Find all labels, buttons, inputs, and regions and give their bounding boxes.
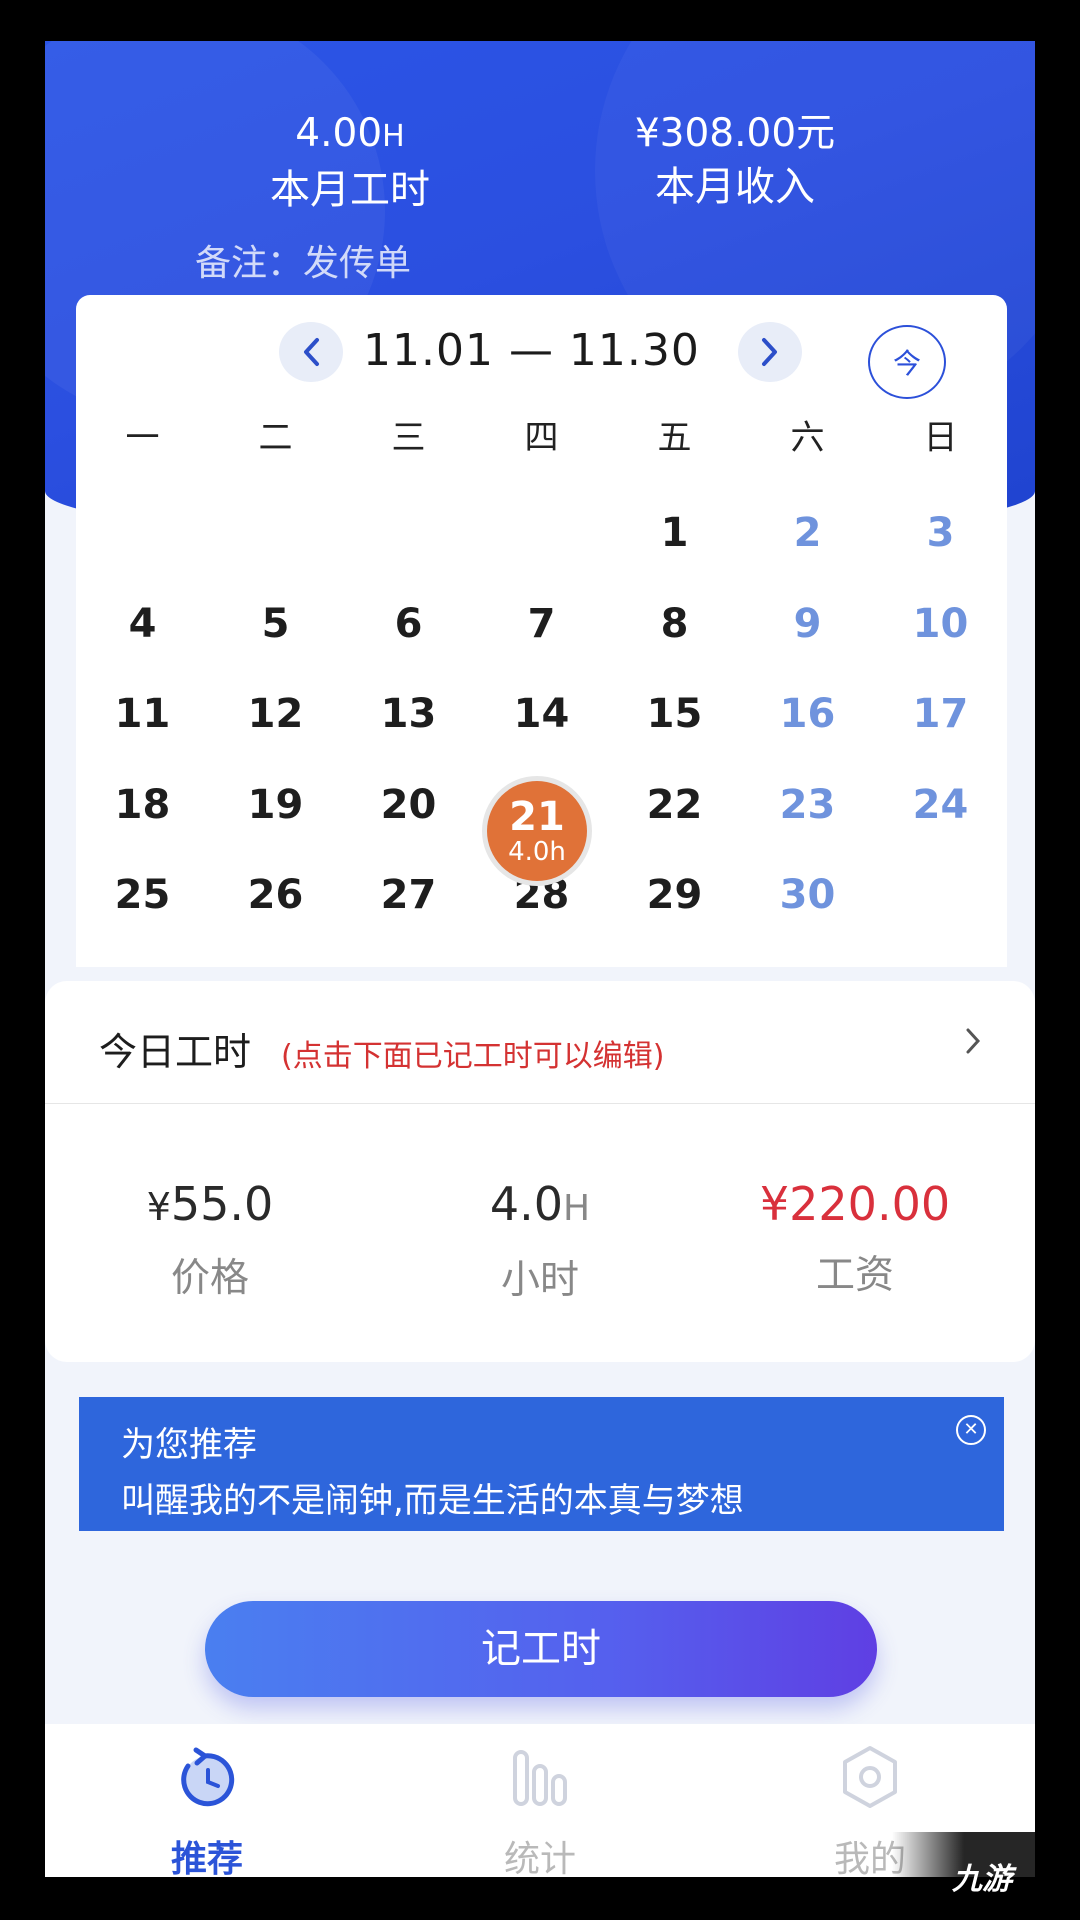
- weekday-tue: 二: [258, 418, 293, 458]
- calendar-day-14[interactable]: 14: [475, 691, 608, 737]
- hours-stat: 4.0H 小时: [375, 1174, 705, 1305]
- calendar-day-1[interactable]: 1: [608, 510, 741, 556]
- calendar-day-22[interactable]: 22: [608, 782, 741, 828]
- recommend-text: 叫醒我的不是闹钟,而是生活的本真与梦想: [121, 1481, 744, 1521]
- chevron-right-icon: [762, 338, 777, 366]
- recommend-clock-icon: [181, 1747, 235, 1807]
- calendar-day-18[interactable]: 18: [76, 782, 209, 828]
- calendar-day-29[interactable]: 29: [608, 872, 741, 918]
- calendar-day-17[interactable]: 17: [874, 691, 1007, 737]
- chevron-right-icon: [966, 1028, 981, 1054]
- selected-day-number: 21: [509, 794, 565, 840]
- month-hours-unit: H: [382, 119, 405, 154]
- watermark-logo: 九游: [892, 1832, 1072, 1912]
- tab-statistics[interactable]: 统计: [440, 1744, 640, 1877]
- date-range-label: 11.01 — 11.30: [363, 325, 700, 376]
- month-income-value: ¥308.00元: [634, 111, 836, 156]
- calendar-day-12[interactable]: 12: [209, 691, 342, 737]
- hours-unit: H: [563, 1188, 591, 1229]
- recommend-banner[interactable]: 为您推荐 叫醒我的不是闹钟,而是生活的本真与梦想 ✕: [79, 1397, 1004, 1531]
- close-circle-icon[interactable]: ✕: [956, 1415, 986, 1445]
- calendar-day-4[interactable]: 4: [76, 601, 209, 647]
- month-income-stat: ¥308.00元 本月收入: [585, 109, 885, 213]
- weekday-sat: 六: [790, 418, 825, 458]
- today-hours-title: 今日工时: [99, 1030, 252, 1074]
- weekday-wed: 三: [391, 418, 426, 458]
- hours-label: 小时: [500, 1258, 579, 1303]
- calendar-day-13[interactable]: 13: [342, 691, 475, 737]
- calendar-day-3[interactable]: 3: [874, 510, 1007, 556]
- today-button[interactable]: 今: [868, 325, 946, 399]
- weekday-sun: 日: [923, 418, 958, 458]
- calendar-day-27[interactable]: 27: [342, 872, 475, 918]
- profile-hexagon-icon: [843, 1746, 897, 1808]
- next-month-button[interactable]: [738, 322, 802, 382]
- calendar-day-8[interactable]: 8: [608, 601, 741, 647]
- hours-value: 4.0: [489, 1177, 564, 1231]
- calendar-day-2[interactable]: 2: [741, 510, 874, 556]
- tab-statistics-label: 统计: [503, 1839, 576, 1877]
- weekday-fri: 五: [657, 418, 692, 458]
- calendar-day-5[interactable]: 5: [209, 601, 342, 647]
- price-value: 55.0: [170, 1177, 274, 1231]
- weekday-mon: 一: [125, 418, 160, 458]
- watermark-text: 九游: [952, 1862, 1012, 1897]
- today-hours-row[interactable]: 今日工时 (点击下面已记工时可以编辑): [45, 981, 1035, 1104]
- today-values-panel[interactable]: ¥55.0 价格 4.0H 小时 ¥220.00 工资: [45, 1104, 1035, 1362]
- month-hours-value: 4.00: [295, 111, 383, 156]
- bar-chart-icon: [513, 1750, 567, 1806]
- app-screen: 4.00H 本月工时 ¥308.00元 本月收入 备注：发传单 11.01 — …: [45, 41, 1035, 1877]
- month-income-label: 本月收入: [655, 164, 815, 210]
- calendar-day-7[interactable]: 7: [475, 601, 608, 647]
- note-text: 备注：发传单: [195, 243, 412, 284]
- calendar-card: 11.01 — 11.30 今 一 二 三 四 五 六 日 1234567891…: [76, 295, 1007, 967]
- calendar-day-16[interactable]: 16: [741, 691, 874, 737]
- calendar-day-25[interactable]: 25: [76, 872, 209, 918]
- calendar-day-10[interactable]: 10: [874, 601, 1007, 647]
- calendar-day-6[interactable]: 6: [342, 601, 475, 647]
- bottom-tab-bar: 推荐 统计 我的: [45, 1724, 1035, 1877]
- tab-recommend-label: 推荐: [170, 1839, 243, 1877]
- weekday-thu: 四: [524, 418, 559, 458]
- recommend-title: 为您推荐: [121, 1425, 257, 1465]
- wage-value: ¥220.00: [759, 1177, 951, 1231]
- calendar-day-20[interactable]: 20: [342, 782, 475, 828]
- tab-recommend[interactable]: 推荐: [107, 1744, 307, 1877]
- month-hours-label: 本月工时: [270, 167, 430, 213]
- calendar-day-9[interactable]: 9: [741, 601, 874, 647]
- record-hours-button[interactable]: 记工时: [205, 1601, 877, 1697]
- selected-day-hours: 4.0h: [508, 837, 566, 867]
- price-label: 价格: [170, 1256, 249, 1301]
- calendar-day-30[interactable]: 30: [741, 872, 874, 918]
- calendar-day-19[interactable]: 19: [209, 782, 342, 828]
- calendar-day-11[interactable]: 11: [76, 691, 209, 737]
- calendar-day-26[interactable]: 26: [209, 872, 342, 918]
- chevron-left-icon: [304, 338, 319, 366]
- selected-day[interactable]: 21 4.0h: [487, 781, 587, 881]
- price-currency: ¥: [146, 1185, 171, 1229]
- calendar-day-23[interactable]: 23: [741, 782, 874, 828]
- wage-label: 工资: [815, 1253, 894, 1298]
- calendar-day-24[interactable]: 24: [874, 782, 1007, 828]
- prev-month-button[interactable]: [279, 322, 343, 382]
- calendar-day-15[interactable]: 15: [608, 691, 741, 737]
- price-stat: ¥55.0 价格: [45, 1174, 375, 1303]
- month-hours-stat: 4.00H 本月工时: [215, 109, 485, 216]
- wage-stat: ¥220.00 工资: [705, 1174, 1005, 1300]
- edit-hint: (点击下面已记工时可以编辑): [281, 1039, 665, 1074]
